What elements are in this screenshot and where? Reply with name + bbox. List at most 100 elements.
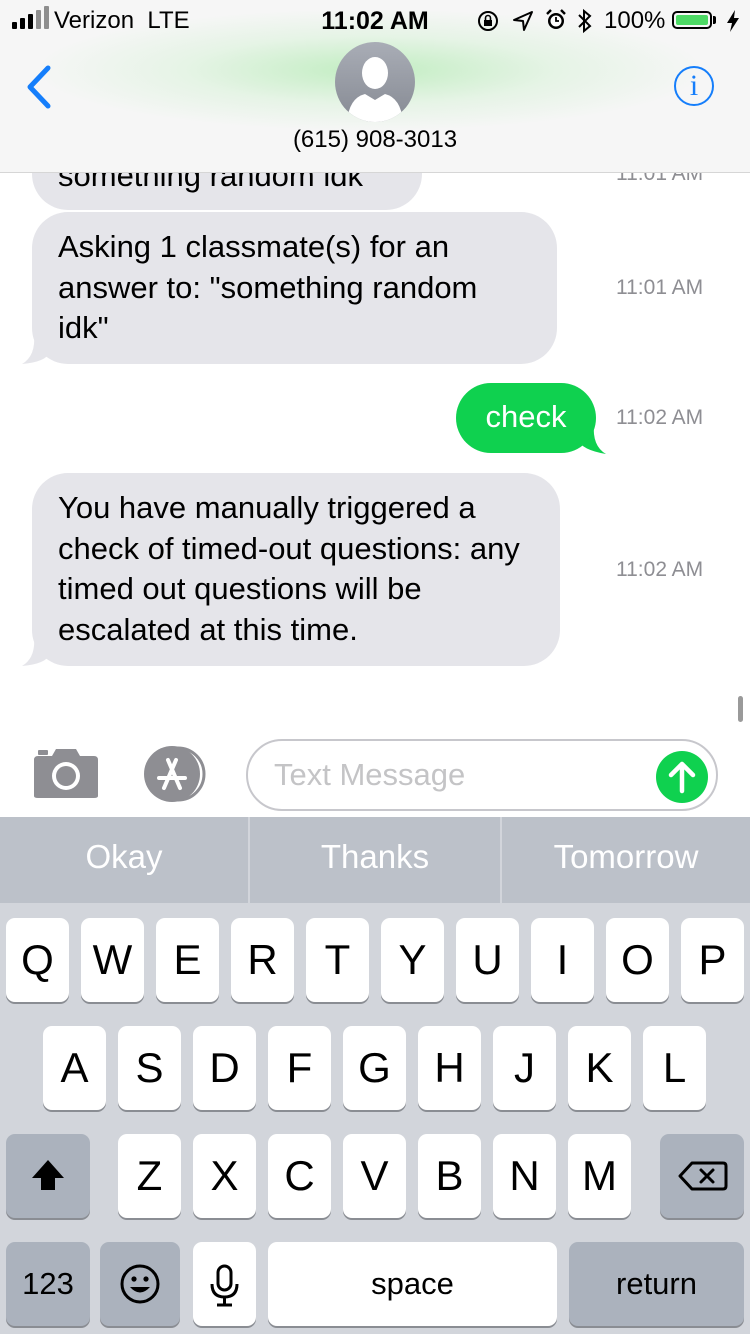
key-z[interactable]: Z — [118, 1134, 181, 1218]
key-g[interactable]: G — [343, 1026, 406, 1110]
suggestion-okay[interactable]: Okay — [0, 817, 248, 903]
key-label: X — [210, 1152, 239, 1199]
back-chevron-icon[interactable] — [22, 62, 56, 112]
message-timestamp: 11:02 AM — [616, 406, 704, 429]
contact-name[interactable]: (615) 908-3013 — [0, 126, 750, 154]
key-h[interactable]: H — [418, 1026, 481, 1110]
microphone-icon — [210, 1264, 239, 1307]
conversation-header: Verizon LTE 11:02 AM 100% (615) 908-3013… — [0, 0, 750, 173]
dictation-key[interactable] — [193, 1242, 256, 1326]
key-label: G — [358, 1044, 391, 1091]
key-c[interactable]: C — [268, 1134, 331, 1218]
keyboard: Okay Thanks Tomorrow Q W E R T Y U I O P… — [0, 817, 750, 1334]
message-input[interactable]: Text Message — [246, 739, 718, 811]
key-label: E — [173, 936, 202, 983]
message-bubble-sent[interactable]: check — [456, 383, 596, 453]
key-label: Y — [398, 936, 427, 983]
info-icon[interactable]: i — [674, 66, 714, 106]
location-icon — [513, 11, 533, 31]
message-timestamp: 11:01 AM — [616, 276, 704, 299]
key-label: return — [616, 1266, 697, 1301]
send-button[interactable] — [656, 751, 708, 803]
key-q[interactable]: Q — [6, 918, 69, 1002]
shift-icon — [32, 1160, 64, 1190]
key-r[interactable]: R — [231, 918, 294, 1002]
key-p[interactable]: P — [681, 918, 744, 1002]
key-label: D — [209, 1044, 240, 1091]
key-d[interactable]: D — [193, 1026, 256, 1110]
info-label: i — [689, 69, 699, 102]
key-label: Q — [21, 936, 54, 983]
suggestion-thanks[interactable]: Thanks — [250, 817, 500, 903]
key-w[interactable]: W — [81, 918, 144, 1002]
key-u[interactable]: U — [456, 918, 519, 1002]
message-bubble-received[interactable]: Asking 1 classmate(s) for an answer to: … — [32, 212, 557, 364]
key-label: N — [509, 1152, 540, 1199]
message-text: Asking 1 classmate(s) for an answer to: … — [58, 229, 478, 345]
key-m[interactable]: M — [568, 1134, 631, 1218]
key-label: Z — [136, 1152, 163, 1199]
battery-fill — [676, 15, 708, 25]
person-silhouette-icon — [347, 57, 403, 122]
numbers-key[interactable]: 123 — [6, 1242, 90, 1326]
key-i[interactable]: I — [531, 918, 594, 1002]
key-label: W — [92, 936, 133, 983]
key-label: space — [371, 1266, 454, 1301]
key-label: 123 — [22, 1266, 74, 1301]
key-y[interactable]: Y — [381, 918, 444, 1002]
send-arrow-icon — [668, 761, 696, 794]
key-j[interactable]: J — [493, 1026, 556, 1110]
key-label: A — [60, 1044, 89, 1091]
alarm-icon — [546, 9, 566, 29]
key-s[interactable]: S — [118, 1026, 181, 1110]
key-e[interactable]: E — [156, 918, 219, 1002]
contact-avatar-icon[interactable] — [335, 42, 415, 122]
key-x[interactable]: X — [193, 1134, 256, 1218]
key-label: K — [585, 1044, 614, 1091]
delete-key[interactable] — [660, 1134, 744, 1218]
key-label: S — [135, 1044, 164, 1091]
key-label: P — [698, 936, 727, 983]
key-label: R — [247, 936, 278, 983]
emoji-icon — [120, 1264, 160, 1304]
key-label: T — [324, 936, 351, 983]
key-t[interactable]: T — [306, 918, 369, 1002]
key-v[interactable]: V — [343, 1134, 406, 1218]
key-label: O — [621, 936, 654, 983]
key-label: L — [662, 1044, 687, 1091]
key-o[interactable]: O — [606, 918, 669, 1002]
key-label: H — [434, 1044, 465, 1091]
key-k[interactable]: K — [568, 1026, 631, 1110]
orientation-lock-icon — [478, 11, 498, 31]
scroll-indicator[interactable] — [738, 696, 743, 722]
charging-icon — [727, 10, 739, 32]
camera-icon[interactable] — [32, 746, 100, 800]
return-key[interactable]: return — [569, 1242, 744, 1326]
message-bubble-received[interactable]: You have manually triggered a check of t… — [32, 473, 560, 666]
key-a[interactable]: A — [43, 1026, 106, 1110]
message-timestamp: 11:02 AM — [616, 558, 704, 581]
message-placeholder: Text Message — [274, 757, 466, 792]
key-label: V — [360, 1152, 389, 1199]
app-store-icon[interactable] — [140, 746, 212, 802]
key-n[interactable]: N — [493, 1134, 556, 1218]
battery-percent: 100% — [604, 7, 666, 34]
key-label: B — [435, 1152, 464, 1199]
space-key[interactable]: space — [268, 1242, 557, 1326]
message-text: check — [485, 399, 567, 434]
key-label: F — [286, 1044, 313, 1091]
key-label: M — [582, 1152, 617, 1199]
key-b[interactable]: B — [418, 1134, 481, 1218]
battery-tip — [713, 16, 716, 24]
message-text: You have manually triggered a check of t… — [58, 490, 520, 647]
key-f[interactable]: F — [268, 1026, 331, 1110]
key-l[interactable]: L — [643, 1026, 706, 1110]
key-label: J — [514, 1044, 535, 1091]
bluetooth-icon — [578, 8, 592, 34]
predictive-bar: Okay Thanks Tomorrow — [0, 817, 750, 903]
suggestion-tomorrow[interactable]: Tomorrow — [502, 817, 750, 903]
emoji-key[interactable] — [100, 1242, 180, 1326]
shift-key[interactable] — [6, 1134, 90, 1218]
battery-icon — [672, 11, 712, 29]
key-label: C — [284, 1152, 315, 1199]
